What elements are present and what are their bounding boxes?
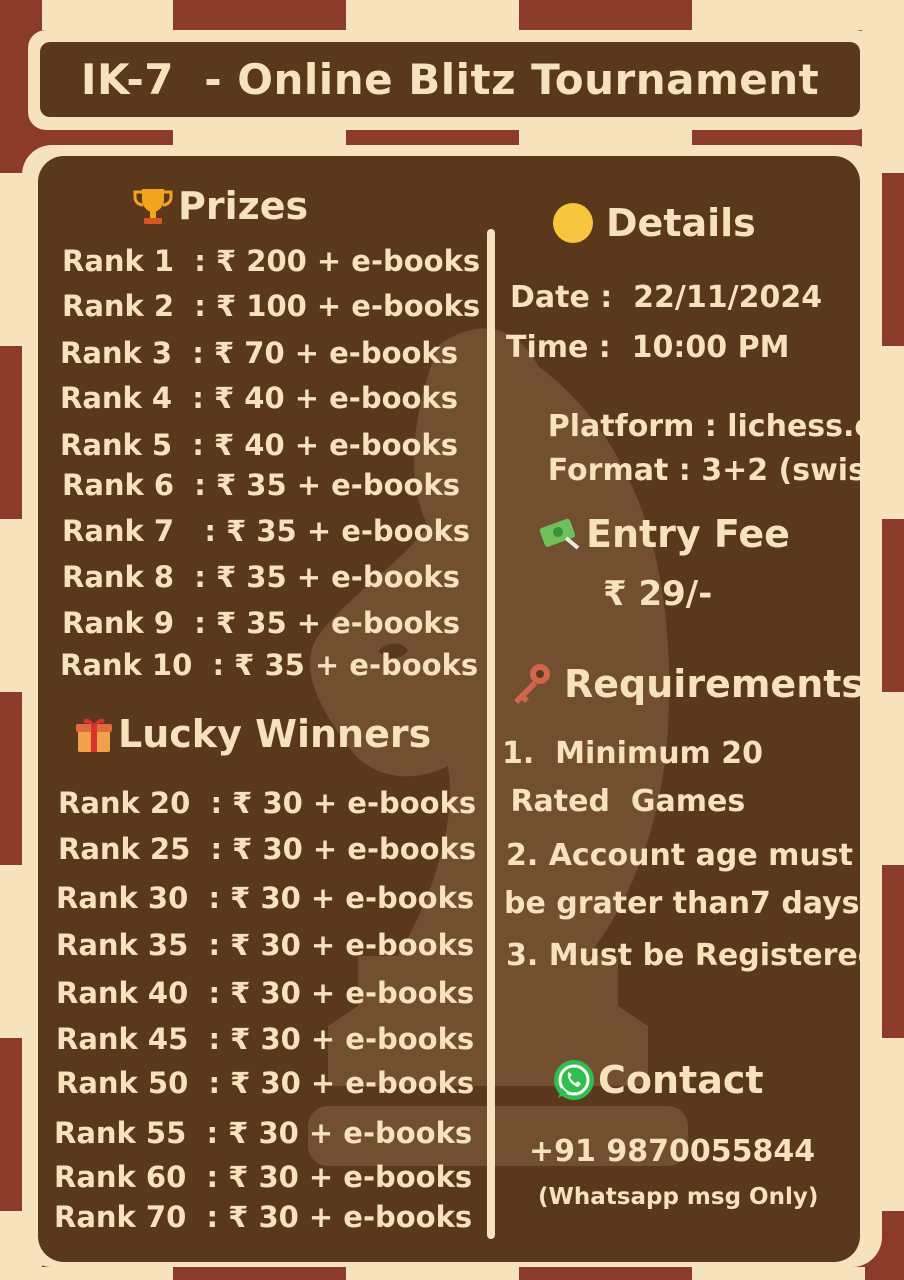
requirement-line: Rated Games	[500, 784, 746, 819]
contact-heading: Contact	[552, 1058, 764, 1102]
lucky-row: Rank 55 : ₹ 30 + e-books	[54, 1116, 473, 1150]
whatsapp-icon	[554, 1060, 594, 1100]
lucky-row: Rank 25 : ₹ 30 + e-books	[58, 832, 477, 866]
requirement-line: be grater than7 days	[504, 886, 860, 921]
prize-row: Rank 5 : ₹ 40 + e-books	[60, 428, 458, 462]
lucky-row: Rank 60 : ₹ 30 + e-books	[54, 1160, 473, 1194]
details-heading-label: Details	[606, 201, 756, 245]
lucky-row: Rank 45 : ₹ 30 + e-books	[56, 1022, 475, 1056]
detail-date: Date : 22/11/2024	[510, 280, 823, 315]
entry-fee-heading-label: Entry Fee	[586, 512, 790, 556]
requirement-line: 3. Must be Registered	[506, 938, 860, 973]
prize-row: Rank 2 : ₹ 100 + e-books	[62, 289, 481, 323]
prizes-heading-label: Prizes	[178, 184, 309, 228]
title-bar: IK-7 - Online Blitz Tournament	[40, 42, 860, 117]
prize-row: Rank 8 : ₹ 35 + e-books	[62, 560, 460, 594]
requirements-heading: Requirements	[508, 660, 860, 708]
trophy-icon	[133, 189, 173, 224]
lucky-row: Rank 20 : ₹ 30 + e-books	[58, 786, 477, 820]
detail-format-text: Format : 3+2 (swiss	[547, 453, 860, 488]
requirements-heading-label: Requirements	[564, 662, 860, 706]
column-divider	[487, 229, 495, 1239]
entry-fee-heading: Entry Fee	[538, 512, 790, 556]
yellow-circle-icon	[553, 203, 593, 243]
detail-format: Format : 3+2 (swiss)	[506, 418, 860, 523]
prizes-heading: Prizes	[132, 184, 308, 228]
gift-icon	[76, 718, 112, 752]
prize-row: Rank 6 : ₹ 35 + e-books	[62, 468, 460, 502]
checker-row-2	[0, 130, 904, 145]
lucky-row: Rank 40 : ₹ 30 + e-books	[56, 976, 475, 1010]
prize-row: Rank 9 : ₹ 35 + e-books	[62, 606, 460, 640]
details-heading: Details	[550, 200, 756, 246]
entry-fee-amount: ₹ 29/-	[603, 574, 713, 614]
prize-row: Rank 10 : ₹ 35 + e-books	[60, 648, 479, 682]
lucky-winners-heading-label: Lucky Winners	[118, 712, 432, 756]
prize-row: Rank 1 : ₹ 200 + e-books	[62, 244, 481, 278]
checker-row-top	[0, 0, 904, 30]
lucky-row: Rank 35 : ₹ 30 + e-books	[56, 928, 475, 962]
lucky-winners-heading: Lucky Winners	[74, 712, 431, 756]
contact-phone[interactable]: +91 9870055844	[529, 1134, 815, 1169]
prize-row: Rank 3 : ₹ 70 + e-books	[60, 336, 458, 370]
lucky-row: Rank 70 : ₹ 30 + e-books	[54, 1200, 473, 1234]
key-icon	[514, 664, 550, 704]
requirement-line: 2. Account age must	[506, 838, 853, 873]
lucky-row: Rank 50 : ₹ 30 + e-books	[56, 1066, 475, 1100]
page-title: IK-7 - Online Blitz Tournament	[80, 55, 820, 104]
lucky-row: Rank 30 : ₹ 30 + e-books	[56, 881, 475, 915]
prize-row: Rank 4 : ₹ 40 + e-books	[60, 381, 458, 415]
money-icon	[539, 518, 580, 550]
checker-row-bottom	[0, 1267, 904, 1280]
detail-time: Time : 10:00 PM	[506, 330, 790, 365]
prize-row: Rank 7 : ₹ 35 + e-books	[62, 514, 471, 548]
main-panel: Prizes Rank 1 : ₹ 200 + e-books Rank 2 :…	[38, 156, 860, 1262]
requirement-line: 1. Minimum 20	[502, 736, 764, 771]
contact-heading-label: Contact	[598, 1058, 764, 1102]
contact-note: (Whatsapp msg Only)	[538, 1184, 819, 1210]
